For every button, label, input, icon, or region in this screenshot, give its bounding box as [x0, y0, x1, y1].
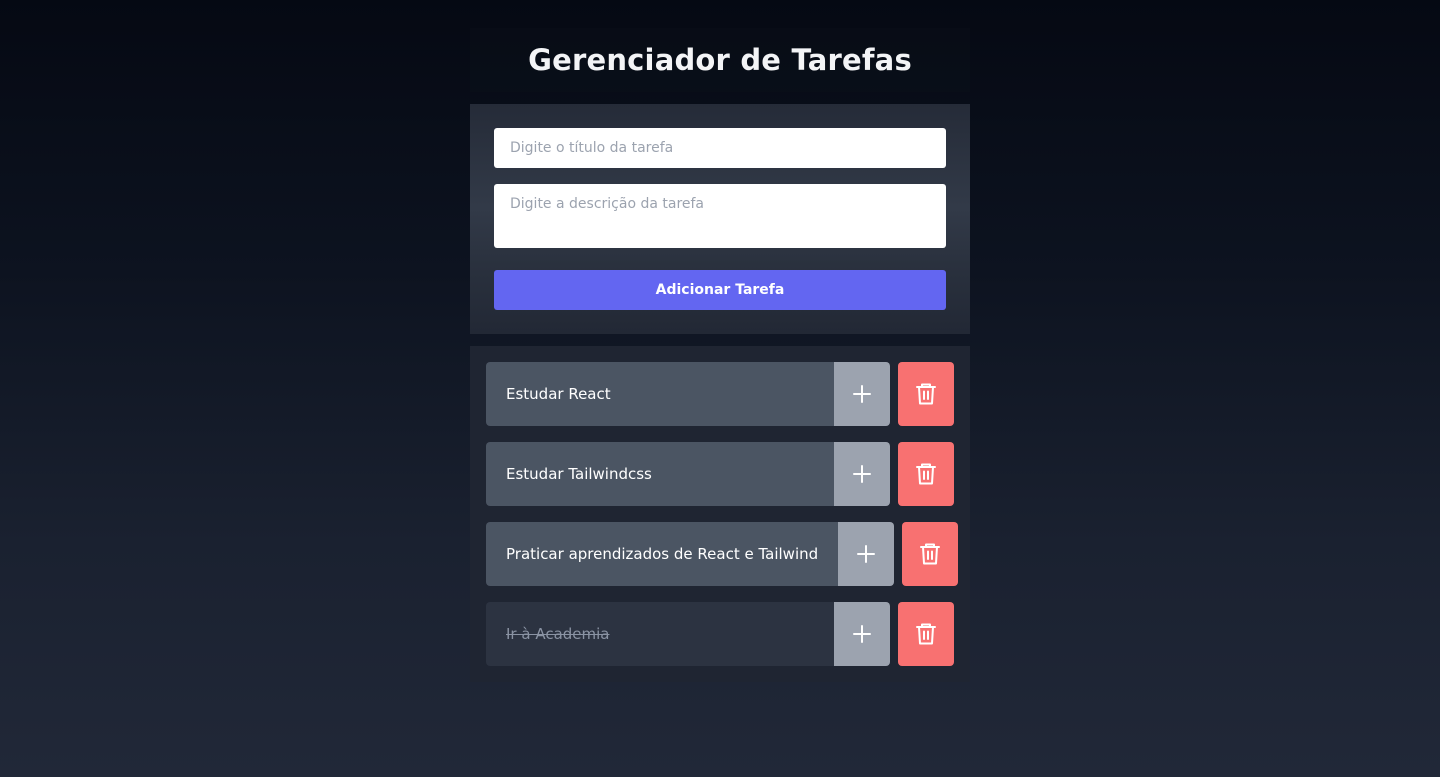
task-delete-button[interactable] [898, 602, 954, 666]
task-title-button[interactable]: Estudar React [486, 362, 834, 426]
task-item: Praticar aprendizados de React e Tailwin… [486, 522, 959, 586]
plus-icon [852, 624, 872, 644]
add-task-form: Adicionar Tarefa [470, 104, 970, 334]
task-item: Ir à Academia [486, 602, 954, 666]
task-details-button[interactable] [834, 442, 890, 506]
task-title-button[interactable]: Estudar Tailwindcss [486, 442, 834, 506]
trash-icon [915, 462, 937, 486]
task-title-input[interactable] [494, 128, 946, 168]
task-delete-button[interactable] [898, 442, 954, 506]
add-task-button[interactable]: Adicionar Tarefa [494, 270, 946, 310]
task-item: Estudar React [486, 362, 954, 426]
task-description-input[interactable] [494, 184, 946, 248]
task-details-button[interactable] [838, 522, 895, 586]
task-details-button[interactable] [834, 362, 890, 426]
page-title: Gerenciador de Tarefas [528, 43, 912, 77]
app-container: Gerenciador de Tarefas Adicionar Tarefa … [470, 28, 970, 682]
task-delete-button[interactable] [902, 522, 959, 586]
task-title-button[interactable]: Praticar aprendizados de React e Tailwin… [486, 522, 839, 586]
plus-icon [856, 544, 876, 564]
task-title-button[interactable]: Ir à Academia [486, 602, 834, 666]
trash-icon [919, 542, 941, 566]
task-delete-button[interactable] [898, 362, 954, 426]
task-item: Estudar Tailwindcss [486, 442, 954, 506]
task-list: Estudar React Estudar Tailwindcss Pratic… [470, 346, 970, 682]
plus-icon [852, 464, 872, 484]
trash-icon [915, 382, 937, 406]
task-details-button[interactable] [834, 602, 890, 666]
header: Gerenciador de Tarefas [470, 28, 970, 92]
plus-icon [852, 384, 872, 404]
trash-icon [915, 622, 937, 646]
